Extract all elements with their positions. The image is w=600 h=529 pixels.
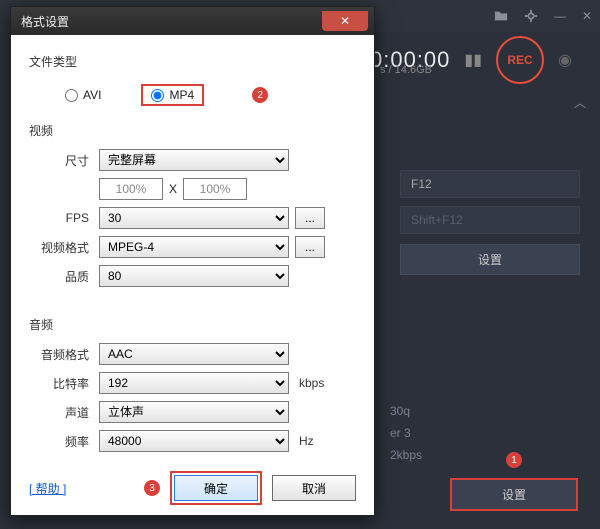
dialog-footer: [ 帮助 ] 3 确定 取消	[29, 475, 356, 501]
info-line: er 3	[390, 422, 580, 444]
file-type-label: 文件类型	[29, 53, 356, 70]
freq-unit: Hz	[299, 434, 314, 448]
pause-icon[interactable]: ▮▮	[464, 50, 482, 70]
vcodec-select[interactable]: MPEG-4	[99, 236, 289, 258]
timer-row: 0:00:00 ▮▮ REC ◉	[370, 36, 590, 84]
fps-more-button[interactable]: ...	[295, 207, 325, 229]
channel-select[interactable]: 立体声	[99, 401, 289, 423]
help-link[interactable]: [ 帮助 ]	[29, 480, 66, 497]
settings-button-lower[interactable]: 设置	[450, 478, 578, 511]
dialog-title: 格式设置	[21, 13, 69, 30]
bottom-settings-area: 1 设置	[450, 452, 578, 511]
x-separator: X	[169, 182, 177, 196]
hotkey-field-1[interactable]: F12	[400, 170, 580, 198]
bitrate-unit: kbps	[299, 376, 324, 390]
storage-info: s / 14.6GB	[380, 64, 432, 76]
close-icon[interactable]: ✕	[582, 9, 592, 23]
badge-1: 1	[506, 452, 522, 468]
settings-button-upper[interactable]: 设置	[400, 244, 580, 275]
fps-select[interactable]: 30	[99, 207, 289, 229]
vcodec-more-button[interactable]: ...	[295, 236, 325, 258]
width-percent	[99, 178, 163, 200]
cancel-button[interactable]: 取消	[272, 475, 356, 501]
video-section-label: 视频	[29, 122, 356, 139]
badge-2: 2	[252, 87, 268, 103]
camera-icon[interactable]: ◉	[558, 50, 572, 70]
badge-3: 3	[144, 480, 160, 496]
dialog-titlebar[interactable]: 格式设置 ✕	[11, 7, 374, 35]
avi-radio-input[interactable]	[65, 89, 78, 102]
fps-label: FPS	[29, 211, 99, 225]
mp4-highlight: MP4	[141, 84, 204, 106]
quality-label: 品质	[29, 268, 99, 285]
acodec-select[interactable]: AAC	[99, 343, 289, 365]
mp4-radio-input[interactable]	[151, 89, 164, 102]
audio-section-label: 音频	[29, 316, 356, 333]
minimize-icon[interactable]: —	[554, 9, 566, 23]
hotkey-field-2[interactable]: Shift+F12	[400, 206, 580, 234]
vcodec-label: 视频格式	[29, 239, 99, 256]
avi-radio[interactable]: AVI	[65, 88, 101, 102]
hotkey-panel: F12 Shift+F12 设置	[400, 170, 580, 275]
close-icon[interactable]: ✕	[322, 11, 368, 31]
video-form: 尺寸 完整屏幕 X FPS 30 ... 视频格式 MPEG-4 ... 品质 …	[29, 149, 356, 287]
gear-icon[interactable]	[524, 9, 538, 23]
record-button[interactable]: REC	[496, 36, 544, 84]
channel-label: 声道	[29, 404, 99, 421]
file-type-row: AVI MP4 2	[29, 80, 356, 116]
ok-button[interactable]: 确定	[174, 475, 258, 501]
size-percent-row: X	[99, 178, 356, 200]
freq-select[interactable]: 48000	[99, 430, 289, 452]
folder-icon[interactable]	[494, 9, 508, 23]
freq-label: 频率	[29, 433, 99, 450]
mp4-radio[interactable]: MP4	[151, 88, 194, 102]
format-settings-dialog: 格式设置 ✕ 文件类型 AVI MP4 2 视频 尺寸 完整屏幕	[10, 6, 375, 516]
size-select[interactable]: 完整屏幕	[99, 149, 289, 171]
dialog-body: 文件类型 AVI MP4 2 视频 尺寸 完整屏幕 X	[11, 35, 374, 462]
size-label: 尺寸	[29, 152, 99, 169]
avi-label: AVI	[83, 88, 101, 102]
bitrate-select[interactable]: 192	[99, 372, 289, 394]
height-percent	[183, 178, 247, 200]
mp4-label: MP4	[169, 88, 194, 102]
chevron-up-icon[interactable]: ︿	[574, 94, 586, 111]
acodec-label: 音频格式	[29, 346, 99, 363]
bitrate-label: 比特率	[29, 375, 99, 392]
audio-form: 音频格式 AAC 比特率 192 kbps 声道 立体声 频率 48000 Hz	[29, 343, 356, 452]
info-line: 30q	[390, 400, 580, 422]
quality-select[interactable]: 80	[99, 265, 289, 287]
